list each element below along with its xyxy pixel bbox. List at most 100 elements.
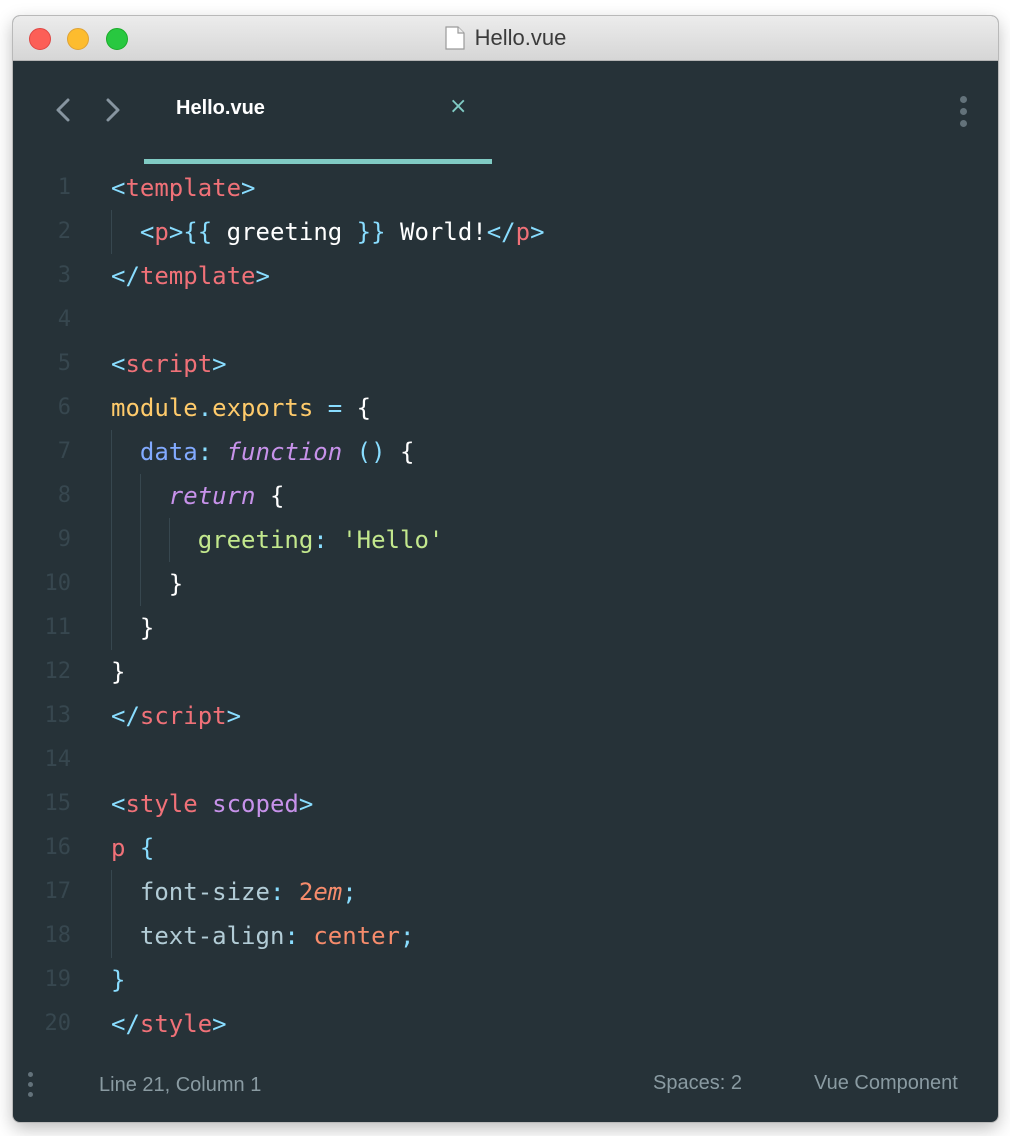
window-title: Hello.vue: [474, 25, 567, 50]
code-line[interactable]: 20 </style>: [13, 1002, 998, 1046]
code-line[interactable]: 8 return {: [13, 474, 998, 518]
document-icon: [445, 26, 465, 50]
code-token: }: [111, 966, 126, 994]
line-number: 16: [44, 835, 72, 860]
code-token: {{: [183, 218, 213, 246]
code-token: {: [385, 438, 415, 466]
tab-hello-vue[interactable]: Hello.vue ×: [144, 60, 492, 165]
code-text: <template>: [111, 166, 256, 210]
code-token: data: [139, 438, 198, 466]
code-token: template: [139, 262, 256, 290]
code-text: }: [111, 650, 125, 694]
active-tab-indicator: [144, 159, 492, 164]
code-token: module: [111, 394, 198, 422]
code-token: >: [168, 218, 184, 246]
chevron-left-icon[interactable]: [51, 93, 75, 127]
line-number: 20: [44, 1011, 72, 1036]
code-line[interactable]: 2 <p>{{ greeting }} World!</p>: [13, 210, 998, 254]
code-text: greeting: 'Hello': [111, 518, 444, 562]
code-text: <script>: [111, 342, 227, 386]
code-line[interactable]: 11 }: [13, 606, 998, 650]
code-line[interactable]: 13 </script>: [13, 694, 998, 738]
code-text: data: function () {: [111, 430, 415, 474]
code-token: <: [111, 790, 126, 818]
line-number: 13: [44, 703, 72, 728]
code-line[interactable]: 1 <template>: [13, 166, 998, 210]
line-number: 2: [57, 219, 71, 244]
status-bar: Line 21, Column 1 Spaces: 2 Vue Componen…: [13, 1061, 998, 1111]
syntax-selector[interactable]: Vue Component: [814, 1072, 958, 1095]
code-token: 'Hello': [342, 526, 444, 554]
code-line[interactable]: 10 }: [13, 562, 998, 606]
code-token: </: [486, 218, 516, 246]
status-menu-icon[interactable]: [28, 1072, 34, 1102]
code-line[interactable]: 3 </template>: [13, 254, 998, 298]
code-line[interactable]: 6 module.exports = {: [13, 386, 998, 430]
code-token: :: [313, 526, 328, 554]
code-token: function: [226, 438, 343, 466]
code-line[interactable]: 4: [13, 298, 998, 342]
code-line[interactable]: 5 <script>: [13, 342, 998, 386]
code-token: >: [226, 702, 242, 730]
code-token: <: [139, 218, 155, 246]
code-line[interactable]: 15 <style scoped>: [13, 782, 998, 826]
code-token: (): [356, 438, 386, 466]
indentation-setting[interactable]: Spaces: 2: [653, 1072, 742, 1095]
code-token: {: [255, 482, 285, 510]
code-token: }: [111, 658, 126, 686]
code-line[interactable]: 18 text-align: center;: [13, 914, 998, 958]
code-token: }: [139, 614, 155, 642]
tab-label: Hello.vue: [176, 97, 265, 119]
code-token: >: [241, 174, 256, 202]
code-line[interactable]: 14: [13, 738, 998, 782]
code-token: :: [269, 878, 285, 906]
line-number: 12: [44, 659, 72, 684]
code-token: greeting: [197, 526, 314, 554]
code-token: {: [342, 394, 372, 422]
code-token: {: [139, 834, 155, 862]
code-line[interactable]: 9 greeting: 'Hello': [13, 518, 998, 562]
line-number: 19: [44, 967, 72, 992]
line-number: 3: [57, 263, 71, 288]
code-text: </style>: [111, 1002, 227, 1046]
code-text: return {: [111, 474, 285, 518]
line-number: 6: [57, 395, 71, 420]
code-token: p: [154, 218, 169, 246]
window-title-group: Hello.vue: [13, 16, 998, 60]
editor-window: Hello.vue Hello.vue × 1 <template> 2 <p>{{…: [13, 16, 998, 1122]
code-token: >: [530, 218, 545, 246]
code-line[interactable]: 7 data: function () {: [13, 430, 998, 474]
chevron-right-icon[interactable]: [101, 93, 125, 127]
code-token: font-size: [139, 878, 270, 906]
code-editor[interactable]: 1 <template> 2 <p>{{ greeting }} World!</p…: [13, 166, 998, 1053]
code-token: ;: [342, 878, 357, 906]
code-line[interactable]: 12}: [13, 650, 998, 694]
code-token: >: [212, 1010, 227, 1038]
code-token: >: [298, 790, 314, 818]
line-number: 7: [57, 439, 71, 464]
code-token: World!: [385, 218, 487, 246]
code-text: }: [111, 562, 183, 606]
code-line[interactable]: 17 font-size: 2em;: [13, 870, 998, 914]
code-line[interactable]: 19}: [13, 958, 998, 1002]
code-text: module.exports = {: [111, 386, 371, 430]
close-icon[interactable]: ×: [449, 94, 467, 120]
code-token: }: [168, 570, 184, 598]
code-token: center: [313, 922, 401, 950]
line-number: 14: [44, 747, 72, 772]
cursor-position[interactable]: Line 21, Column 1: [99, 1074, 261, 1097]
code-text: }: [111, 958, 125, 1002]
vertical-dots-icon[interactable]: [958, 96, 968, 130]
code-line[interactable]: 16 p {: [13, 826, 998, 870]
code-token: >: [255, 262, 270, 290]
